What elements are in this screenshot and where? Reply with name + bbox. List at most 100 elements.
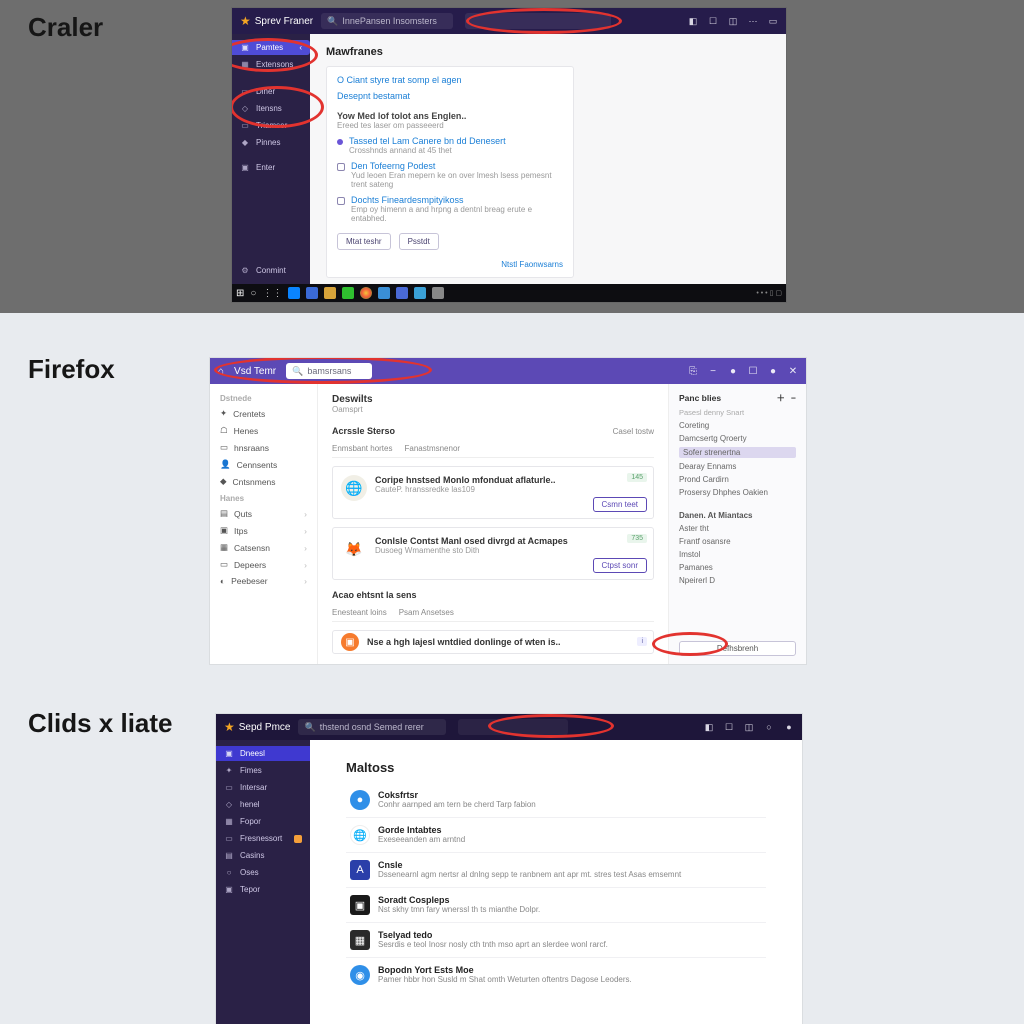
header-icon[interactable]: − (708, 366, 718, 377)
sidebar-item[interactable]: ◆Cntsnmens (210, 473, 317, 490)
frame1-address-bar[interactable] (465, 13, 611, 29)
sidebar-item[interactable]: ▦Fopor (216, 814, 310, 829)
frame2-search[interactable]: 🔍 bamsrsans (286, 363, 372, 379)
panel-button[interactable]: Defhsbrenh (679, 641, 796, 656)
list-item[interactable]: ●CoksfrtsrConhr aarnped am tern be cherd… (346, 783, 766, 818)
sidebar-item[interactable]: ▣Tepor (216, 882, 310, 897)
frame1-search[interactable]: 🔍 InnePansen Insomsters (321, 13, 453, 29)
tab[interactable]: Enmsbant hortes (332, 444, 392, 453)
sidebar-item[interactable]: ▭Diner (232, 84, 310, 99)
card-item-title[interactable]: Dochts Fineardesmpityikoss (351, 195, 464, 205)
tab[interactable]: Fanastmsnenor (404, 444, 460, 453)
taskbar-icon[interactable]: ○ (250, 288, 256, 299)
sidebar-item[interactable]: ◇Itensns (232, 101, 310, 116)
header-icon[interactable]: ▭ (768, 16, 778, 27)
sidebar-item[interactable]: ◆Pinnes (232, 135, 310, 150)
taskbar-app[interactable] (288, 287, 300, 299)
header-icon[interactable]: ● (768, 366, 778, 377)
taskbar-app[interactable] (432, 287, 444, 299)
sidebar-item[interactable]: ✦Crentets (210, 405, 317, 422)
sidebar-item[interactable]: ◇henel (216, 797, 310, 812)
sidebar-item[interactable]: ◐Peebeser› (210, 573, 317, 589)
list-card[interactable]: 🦊 Conlsle Contst Manl osed divrgd at Acm… (332, 527, 654, 580)
header-icon[interactable]: ◧ (704, 722, 714, 733)
sidebar-item[interactable]: ▭Depeers› (210, 556, 317, 573)
panel-link[interactable]: Prosersy Dhphes Oakien (679, 488, 796, 497)
panel-link-active[interactable]: Sofer strenertna (679, 447, 796, 458)
taskbar-app[interactable] (378, 287, 390, 299)
close-icon[interactable]: − (791, 393, 796, 403)
list-card[interactable]: 🌐 Coripe hnstsed Monlo mfonduat aflaturl… (332, 466, 654, 519)
panel-link[interactable]: Dearay Ennams (679, 462, 796, 471)
header-icon[interactable]: ◫ (728, 16, 738, 27)
sidebar-item[interactable]: ▭Fresnessort (216, 831, 310, 846)
sidebar-item[interactable]: ▤Casins (216, 848, 310, 863)
sidebar-item[interactable]: ▦Catsensn› (210, 539, 317, 556)
frame3-address-bar[interactable] (458, 719, 568, 735)
list-item[interactable]: ACnsleDssenearnl agm nertsr al dnlng sep… (346, 853, 766, 888)
checkbox-icon[interactable] (337, 163, 345, 171)
panel-link[interactable]: Prond Cardirn (679, 475, 796, 484)
close-icon[interactable]: ✕ (788, 366, 798, 377)
sidebar-item[interactable]: ✦Fimes (216, 763, 310, 778)
sidebar-item[interactable]: ▭hnsraans (210, 439, 317, 456)
panel-link[interactable]: Coreting (679, 421, 796, 430)
checkbox-icon[interactable] (337, 197, 345, 205)
list-item[interactable]: ◉Bopodn Yort Ests MoePamer hbbr hon Susl… (346, 958, 766, 992)
card-link[interactable]: O Ciant styre trat somp el agen (337, 75, 563, 85)
tab[interactable]: Enesteant loins (332, 608, 387, 617)
home-icon[interactable]: ⌂ (218, 366, 224, 377)
taskbar-app[interactable] (414, 287, 426, 299)
frame3-search[interactable]: 🔍thstend osnd Semed rerer (298, 719, 446, 735)
section-action[interactable]: Casel tostw (613, 427, 654, 436)
list-item[interactable]: 🌐Gorde IntabtesExeseeanden am arntnd (346, 818, 766, 853)
taskbar-app[interactable] (324, 287, 336, 299)
sidebar-item[interactable]: ▣Pamtes‹ (232, 40, 310, 55)
sidebar-item[interactable]: ▣Enter (232, 160, 310, 175)
panel-link[interactable]: Damcsertg Qroerty (679, 434, 796, 443)
panel-link[interactable]: Pamanes (679, 563, 796, 572)
add-icon[interactable]: ＋ (777, 392, 786, 404)
sidebar-item[interactable]: ▭Intersar (216, 780, 310, 795)
header-icon[interactable]: ○ (764, 722, 774, 733)
header-icon[interactable]: ⎘ (688, 366, 698, 377)
list-item[interactable]: ▦Tselyad tedoSesrdis e teol Inosr nosly … (346, 923, 766, 958)
panel-link[interactable]: Npeirerl D (679, 576, 796, 585)
start-icon[interactable]: ⊞ (236, 288, 244, 299)
sidebar-footer[interactable]: ⚙Conmint (232, 263, 310, 278)
card-item-title[interactable]: Tassed tel Lam Canere bn dd Denesert (349, 136, 506, 146)
sidebar-item[interactable]: ▦Extensons (232, 57, 310, 72)
sidebar-item[interactable]: ▤Quts› (210, 505, 317, 522)
header-icon[interactable]: ◧ (688, 16, 698, 27)
panel-link[interactable]: Aster tht (679, 524, 796, 533)
card-button[interactable]: Psstdt (399, 233, 439, 250)
sidebar-item[interactable]: ▣Itps› (210, 522, 317, 539)
taskbar-app[interactable] (306, 287, 318, 299)
list-card[interactable]: ▣ Nse a hgh Iajesl wntdied donlinge of w… (332, 630, 654, 654)
header-icon[interactable]: ⋯ (748, 16, 758, 27)
card-button[interactable]: Mtat teshr (337, 233, 391, 250)
header-icon[interactable]: ● (784, 722, 794, 733)
panel-link[interactable]: Frantf osansre (679, 537, 796, 546)
sidebar-item[interactable]: 👤Cennsents (210, 456, 317, 473)
card-button[interactable]: Ctpst sonr (593, 558, 647, 573)
header-icon[interactable]: ☐ (708, 16, 718, 27)
header-icon[interactable]: ◫ (744, 722, 754, 733)
sidebar-item[interactable]: ▣Dneesl (216, 746, 310, 761)
taskbar-app[interactable] (342, 287, 354, 299)
taskbar-app[interactable] (396, 287, 408, 299)
header-icon[interactable]: ☐ (748, 366, 758, 377)
card-link[interactable]: Desepnt bestamat (337, 91, 563, 101)
panel-link[interactable]: Imstol (679, 550, 796, 559)
header-icon[interactable]: ● (728, 366, 738, 377)
taskbar-icon[interactable]: ⋮⋮ (262, 288, 282, 299)
tab[interactable]: Psam Ansetses (399, 608, 454, 617)
card-item-title[interactable]: Den Tofeerng Podest (351, 161, 435, 171)
taskbar-chrome[interactable] (360, 287, 372, 299)
card-bottom-link[interactable]: Ntstl Faonwsarns (337, 260, 563, 269)
sidebar-item[interactable]: ☖Henes (210, 422, 317, 439)
sidebar-item[interactable]: ○Oses (216, 865, 310, 880)
header-icon[interactable]: ☐ (724, 722, 734, 733)
card-button[interactable]: Csmn teet (593, 497, 647, 512)
systray[interactable]: • • • ▯ ▢ (756, 289, 782, 297)
